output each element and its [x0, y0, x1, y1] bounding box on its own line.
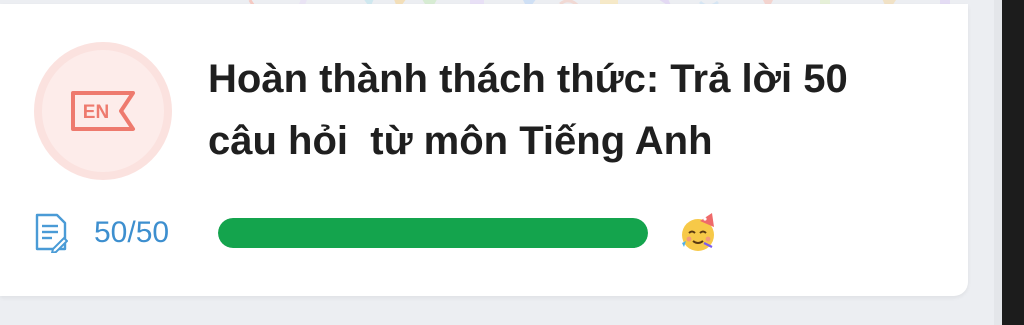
progress-bar-fill [218, 218, 648, 248]
english-flag-icon: EN [71, 91, 135, 131]
badge-label: EN [83, 102, 109, 123]
progress-row: 50/50 [34, 210, 734, 256]
progress-bar [218, 218, 648, 248]
challenge-screen: EN Hoàn thành thách thức: Trả lời 50 câu… [0, 0, 1024, 325]
scroll-gutter [994, 0, 1002, 325]
progress-count: 50/50 [94, 216, 170, 249]
document-edit-icon [35, 213, 68, 253]
challenge-card[interactable]: EN Hoàn thành thách thức: Trả lời 50 câu… [0, 4, 968, 296]
party-face-emoji-icon [682, 213, 714, 251]
screen-edge [1002, 0, 1024, 325]
challenge-title: Hoàn thành thách thức: Trả lời 50 câu hỏ… [208, 57, 848, 163]
challenge-badge: EN [34, 42, 172, 180]
